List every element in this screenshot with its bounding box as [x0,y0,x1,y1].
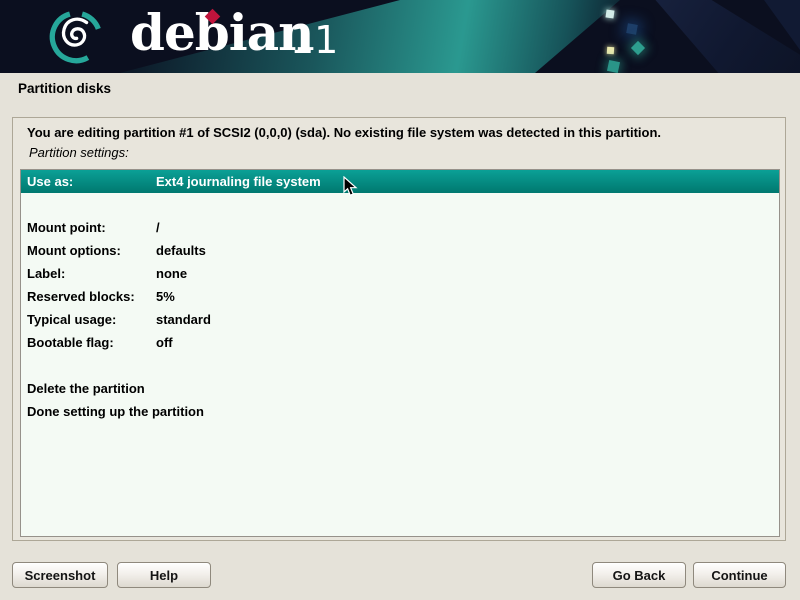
brand-wordmark: debian [130,8,313,58]
screenshot-button[interactable]: Screenshot [12,562,108,588]
deco-square [631,41,645,55]
setting-value: off [156,335,173,350]
setting-value: / [156,220,160,235]
section-label: Partition settings: [29,145,129,160]
setting-label: Typical usage: [21,312,156,327]
settings-row[interactable]: Reserved blocks: 5% [21,285,779,308]
settings-row[interactable]: Use as: Ext4 journaling file system [21,170,779,193]
settings-list[interactable]: Use as: Ext4 journaling file system Moun… [20,169,780,537]
setting-label: Delete the partition [21,381,156,396]
setting-value: Ext4 journaling file system [156,174,321,189]
question-frame: You are editing partition #1 of SCSI2 (0… [12,117,786,541]
settings-row[interactable]: Mount point: / [21,216,779,239]
help-button[interactable]: Help [117,562,211,588]
setting-label: Label: [21,266,156,281]
mouse-cursor [343,176,358,197]
setting-label: Use as: [21,174,156,189]
settings-row[interactable]: Label: none [21,262,779,285]
settings-row[interactable]: Mount options: defaults [21,239,779,262]
setting-label: Mount point: [21,220,156,235]
settings-row[interactable]: Typical usage: standard [21,308,779,331]
setting-label: Bootable flag: [21,335,156,350]
deco-square [626,23,638,35]
deco-square [607,60,620,73]
info-message: You are editing partition #1 of SCSI2 (0… [27,125,661,140]
brand-version: 11 [290,21,338,59]
settings-row[interactable]: Delete the partition [21,377,779,400]
setting-label: Reserved blocks: [21,289,156,304]
go-back-button[interactable]: Go Back [592,562,686,588]
continue-button[interactable]: Continue [693,562,786,588]
setting-value: none [156,266,187,281]
settings-row[interactable]: Done setting up the partition [21,400,779,423]
setting-value: 5% [156,289,175,304]
setting-value: defaults [156,243,206,258]
settings-row[interactable] [21,354,779,377]
setting-label: Done setting up the partition [21,404,156,419]
deco-square [605,9,614,18]
settings-row[interactable]: Bootable flag: off [21,331,779,354]
page-title: Partition disks [18,81,111,96]
settings-row[interactable] [21,193,779,216]
setting-value: standard [156,312,211,327]
deco-square [607,47,614,54]
setting-label: Mount options: [21,243,156,258]
banner-header: debian 11 [0,0,800,73]
debian-swirl-icon [36,4,116,70]
